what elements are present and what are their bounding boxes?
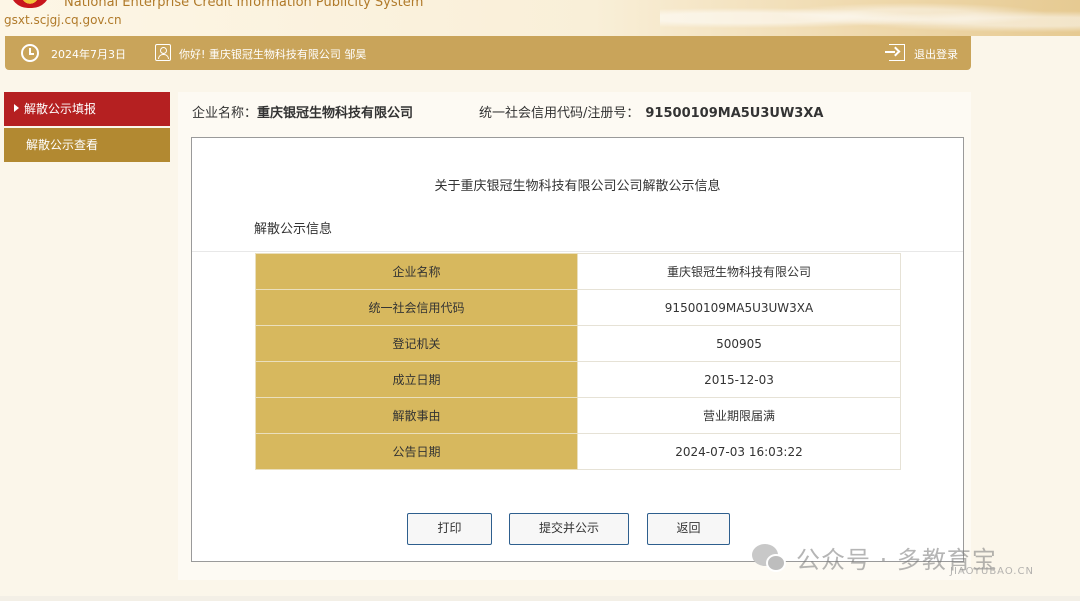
section-title: 解散公示信息 xyxy=(254,222,333,237)
table-value: 2015-12-03 xyxy=(577,361,901,398)
notice-card: 关于重庆银冠生物科技有限公司公司解散公示信息 解散公示信息 企业名称 重庆银冠生… xyxy=(191,137,964,562)
logout-icon xyxy=(885,44,905,61)
caret-right-icon xyxy=(14,104,19,112)
credit-code-value: 91500109MA5U3UW3XA xyxy=(645,106,824,121)
print-button[interactable]: 打印 xyxy=(407,513,492,545)
table-row: 登记机关 500905 xyxy=(255,325,901,362)
sidebar-item-label: 解散公示填报 xyxy=(24,102,97,116)
table-row: 企业名称 重庆银冠生物科技有限公司 xyxy=(255,253,901,290)
table-key: 统一社会信用代码 xyxy=(255,289,578,326)
current-date: 2024年7月3日 xyxy=(51,48,126,61)
sidebar-item-label: 解散公示查看 xyxy=(26,138,99,152)
notice-title: 关于重庆银冠生物科技有限公司公司解散公示信息 xyxy=(434,179,721,194)
table-row: 解散事由 营业期限届满 xyxy=(255,397,901,434)
company-name-label: 企业名称： xyxy=(192,106,258,121)
table-row: 公告日期 2024-07-03 16:03:22 xyxy=(255,433,901,470)
logout-button[interactable]: 退出登录 xyxy=(885,42,963,64)
dissolution-info-table: 企业名称 重庆银冠生物科技有限公司 统一社会信用代码 91500109MA5U3… xyxy=(255,253,901,470)
header-banner: National Enterprise Credit Information P… xyxy=(0,0,1080,36)
company-name-value: 重庆银冠生物科技有限公司 xyxy=(257,106,414,121)
table-value: 2024-07-03 16:03:22 xyxy=(577,433,901,470)
banner-decoration xyxy=(660,0,1080,36)
table-value: 500905 xyxy=(577,325,901,362)
site-domain: gsxt.scjgj.cq.gov.cn xyxy=(4,13,122,27)
table-key: 成立日期 xyxy=(255,361,578,398)
page-bottom-strip xyxy=(0,596,1080,601)
logout-label: 退出登录 xyxy=(914,48,958,61)
back-button[interactable]: 返回 xyxy=(647,513,730,545)
table-value: 重庆银冠生物科技有限公司 xyxy=(577,253,901,290)
national-emblem-icon xyxy=(10,0,50,8)
table-value: 营业期限届满 xyxy=(577,397,901,434)
credit-code-line: 统一社会信用代码/注册号： 91500109MA5U3UW3XA xyxy=(479,102,823,121)
credit-code-label: 统一社会信用代码/注册号： xyxy=(479,106,640,121)
system-name: National Enterprise Credit Information P… xyxy=(64,0,424,10)
table-value: 91500109MA5U3UW3XA xyxy=(577,289,901,326)
table-key: 解散事由 xyxy=(255,397,578,434)
table-row: 成立日期 2015-12-03 xyxy=(255,361,901,398)
company-name-line: 企业名称：重庆银冠生物科技有限公司 xyxy=(192,102,413,121)
top-bar: 2024年7月3日 你好! 重庆银冠生物科技有限公司 邹昊 退出登录 xyxy=(5,36,971,70)
user-greeting: 你好! 重庆银冠生物科技有限公司 邹昊 xyxy=(179,48,367,61)
user-icon xyxy=(155,44,171,61)
section-divider xyxy=(192,251,963,252)
table-key: 登记机关 xyxy=(255,325,578,362)
sidebar-item-dissolution-view[interactable]: 解散公示查看 xyxy=(4,128,170,162)
table-key: 企业名称 xyxy=(255,253,578,290)
table-key: 公告日期 xyxy=(255,433,578,470)
sidebar-item-dissolution-fill[interactable]: 解散公示填报 xyxy=(4,92,170,126)
clock-icon xyxy=(21,44,39,62)
table-row: 统一社会信用代码 91500109MA5U3UW3XA xyxy=(255,289,901,326)
submit-and-publish-button[interactable]: 提交并公示 xyxy=(509,513,629,545)
